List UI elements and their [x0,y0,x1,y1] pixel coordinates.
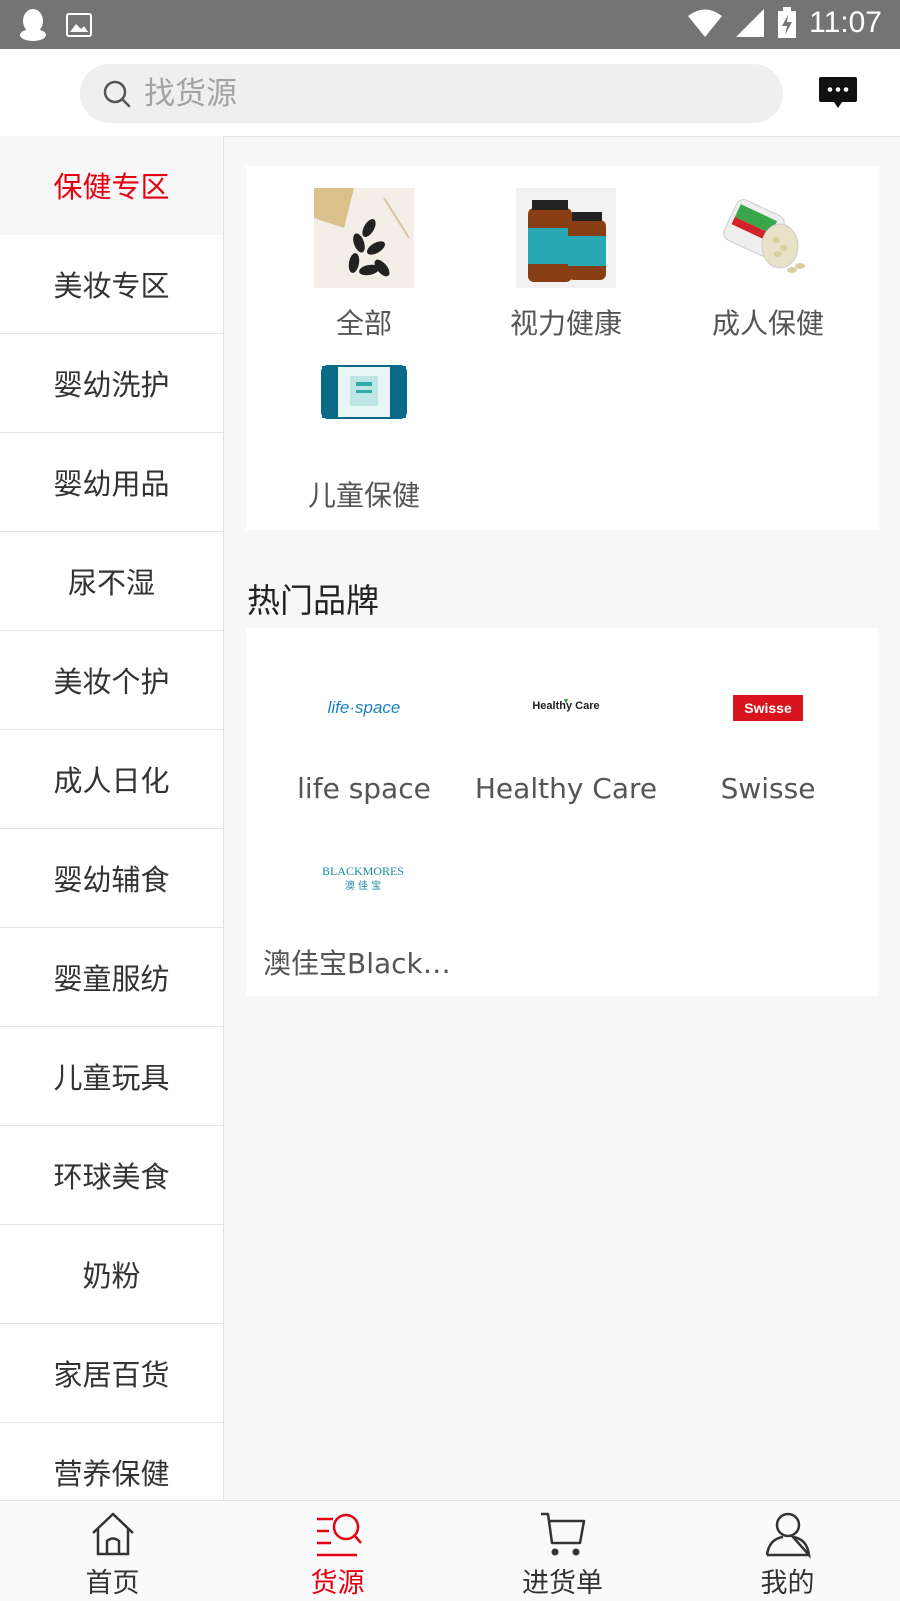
header [0,49,900,137]
brand-logo-text: life·space [328,698,401,717]
sidebar-item-household[interactable]: 家居百货 [0,1324,223,1423]
tab-mine[interactable]: 我的 [675,1501,900,1601]
capsules-image-icon [314,188,414,288]
sidebar-item-milk-powder[interactable]: 奶粉 [0,1225,223,1324]
pill-bottle-image-icon [718,188,818,288]
status-time: 11:07 [809,6,882,39]
sidebar-item-nutrition[interactable]: 营养保健 [0,1423,223,1500]
hot-brands-panel: life·space life space Healthy Care Healt… [246,628,879,996]
chat-bubble-icon[interactable] [818,76,858,110]
brand-logo-text: Swisse [744,700,792,716]
subcategory-panel: 全部 视力健康 成人保健 儿童保健 [246,166,879,530]
brand-label: life space [297,772,431,805]
tab-sourcing[interactable]: 货源 [225,1501,450,1601]
brand-swisse[interactable]: Swisse Swisse [667,678,869,848]
sidebar-item-baby-wash[interactable]: 婴幼洗护 [0,334,223,433]
sidebar-item-personal-care[interactable]: 美妆个护 [0,631,223,730]
tab-label: 我的 [760,1568,815,1599]
subcategory-vision[interactable]: 视力健康 [465,188,667,358]
tab-home[interactable]: 首页 [0,1501,225,1601]
search-bar[interactable] [80,64,783,123]
home-icon [91,1512,134,1556]
sidebar-item-diapers[interactable]: 尿不湿 [0,532,223,631]
brand-label: 澳佳宝Blackm... [263,947,465,980]
qq-icon [20,9,46,41]
user-icon [765,1512,811,1559]
subcategory-kids-health[interactable]: 儿童保健 [263,360,465,530]
life-space-logo-icon: life·space [314,678,414,738]
sidebar-item-health[interactable]: 保健专区 [0,136,223,235]
brand-blackmores[interactable]: BLACKMORES 澳 佳 宝 澳佳宝Blackm... [263,848,465,1018]
search-input[interactable] [142,74,706,113]
tab-label: 首页 [85,1568,140,1599]
sidebar-item-toys[interactable]: 儿童玩具 [0,1027,223,1126]
hot-brands-title: 热门品牌 [247,581,379,620]
brand-label: Swisse [720,772,816,805]
sidebar-item-beauty[interactable]: 美妆专区 [0,235,223,334]
sidebar-item-adult-daily[interactable]: 成人日化 [0,730,223,829]
brand-healthy-care[interactable]: Healthy Care Healthy Care [465,678,667,848]
subcategory-all[interactable]: 全部 [263,188,465,358]
sidebar-item-global-food[interactable]: 环球美食 [0,1126,223,1225]
tab-purchase-list[interactable]: 进货单 [450,1501,675,1601]
brand-logo-subtext: 澳 佳 宝 [345,879,381,892]
gallery-icon [66,13,92,37]
swisse-logo-icon: Swisse [718,678,818,738]
subcategory-label: 视力健康 [509,307,622,340]
brand-logo-text: BLACKMORES [322,864,404,878]
subcategory-label: 儿童保健 [307,479,420,512]
subcategory-adult-health[interactable]: 成人保健 [667,188,869,358]
brand-label: Healthy Care [474,772,658,805]
main-content: 全部 视力健康 成人保健 儿童保健 热门品牌 life·space life s… [223,136,900,1500]
brand-life-space[interactable]: life·space life space [263,678,465,848]
sidebar-item-kids-clothing[interactable]: 婴童服纺 [0,928,223,1027]
sidebar-item-baby-goods[interactable]: 婴幼用品 [0,433,223,532]
blackmores-bottles-image-icon [516,188,616,288]
healthy-care-logo-icon: Healthy Care [516,678,616,738]
status-bar: 11:07 [0,0,900,49]
life-space-infant-image-icon [314,360,414,460]
search-icon [103,80,131,107]
sourcing-search-icon [316,1513,362,1557]
tab-label: 进货单 [522,1568,603,1599]
category-sidebar: 保健专区 美妆专区 婴幼洗护 婴幼用品 尿不湿 美妆个护 成人日化 婴幼辅食 婴… [0,136,224,1500]
wifi-icon [688,9,723,37]
battery-icon [778,7,797,38]
subcategory-label: 全部 [335,307,392,340]
tab-label: 货源 [310,1568,365,1599]
blackmores-logo-icon: BLACKMORES 澳 佳 宝 [313,848,413,908]
bottom-tab-bar: 首页 货源 进货单 我的 [0,1500,900,1601]
signal-icon [736,9,765,37]
sidebar-item-baby-food[interactable]: 婴幼辅食 [0,829,223,928]
subcategory-label: 成人保健 [711,307,824,340]
cart-icon [540,1512,585,1556]
